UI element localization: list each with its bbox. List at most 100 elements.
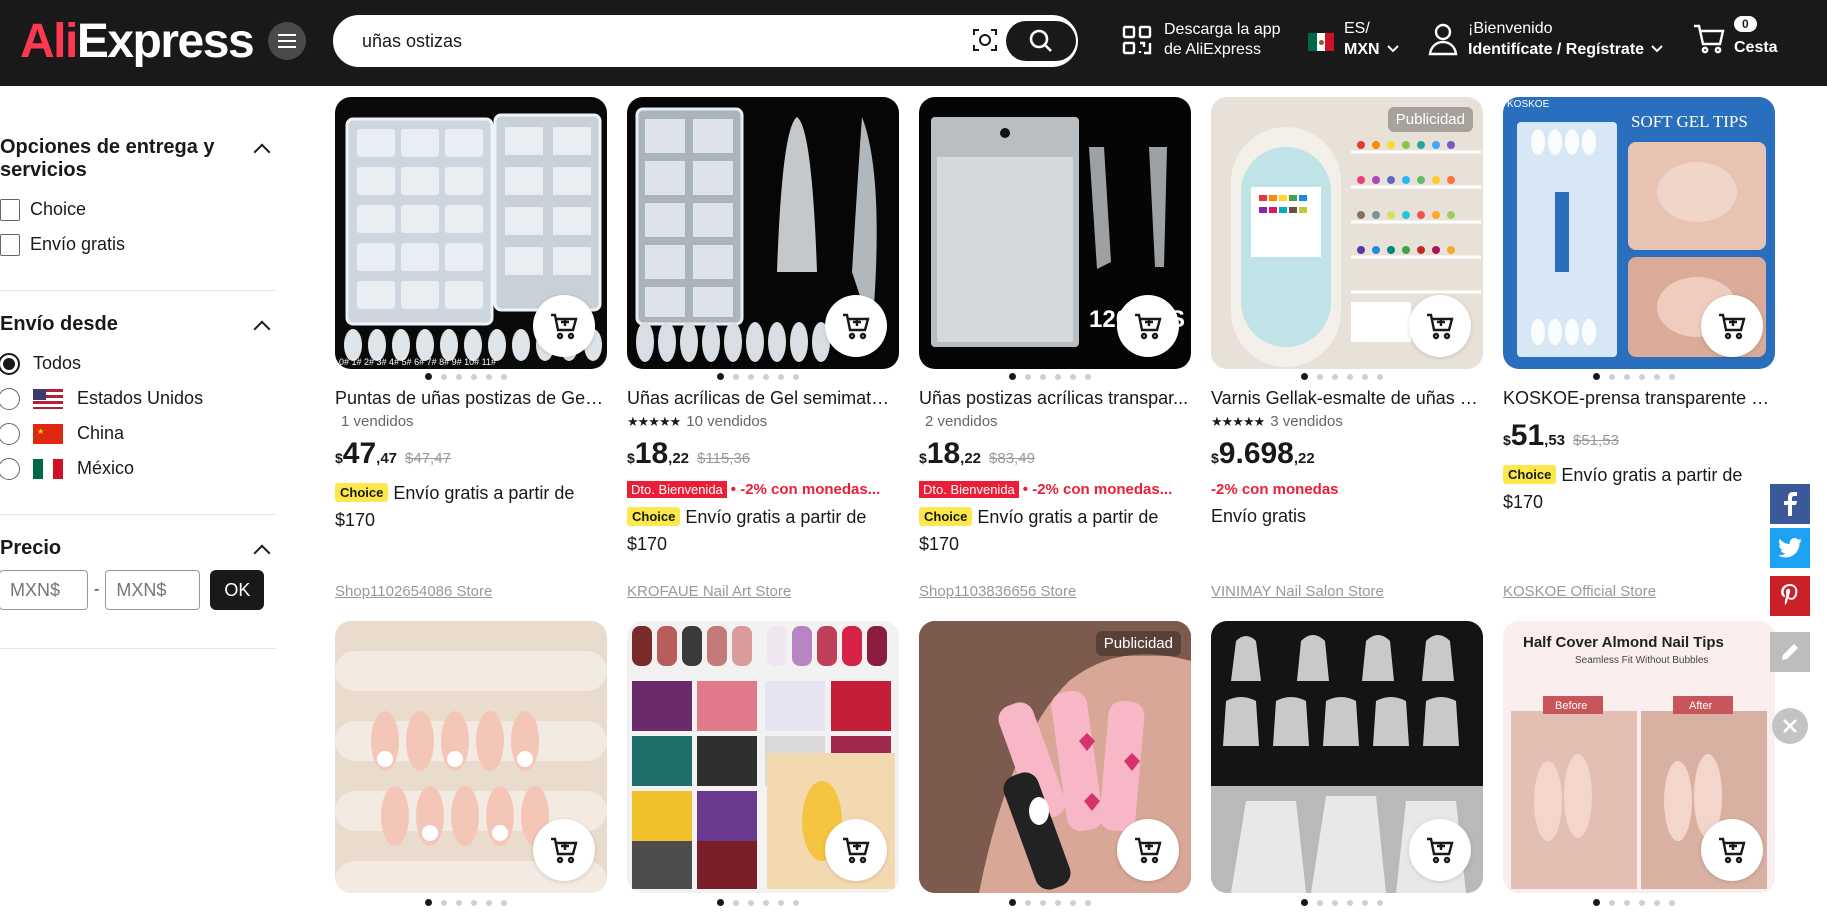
delivery-options-header[interactable]: Opciones de entrega y servicios — [0, 136, 276, 182]
add-to-cart-button[interactable] — [1117, 819, 1179, 881]
product-card[interactable] — [1211, 621, 1483, 911]
filter-choice[interactable]: Choice — [0, 192, 276, 227]
product-card[interactable] — [627, 621, 899, 911]
product-card[interactable]: 0# 1# 2# 3# 4# 5# 6# 7# 8# 9# 10# 11# Pun… — [335, 97, 607, 600]
add-to-cart-button[interactable] — [825, 819, 887, 881]
product-title[interactable]: Varnis Gellak-esmalte de uñas e... — [1211, 387, 1483, 409]
cart-count-badge: 0 — [1734, 16, 1757, 32]
cart-label: Cesta — [1734, 39, 1778, 56]
radio[interactable] — [0, 457, 20, 480]
welcome-discount-badge: Dto. Bienvenida — [919, 481, 1019, 498]
image-carousel-dots[interactable] — [717, 899, 799, 906]
search-input[interactable] — [362, 28, 962, 54]
cart-plus-icon — [1135, 837, 1162, 864]
edit-button[interactable] — [1770, 632, 1810, 672]
image-carousel-dots[interactable] — [1593, 899, 1675, 906]
coins-discount: • -2% con monedas... — [1022, 481, 1173, 498]
close-floating-button[interactable] — [1772, 708, 1808, 744]
china-flag-icon: ★ — [33, 423, 63, 444]
promo-tags: Dto. Bienvenida • -2% con monedas... — [627, 481, 880, 498]
image-carousel-dots[interactable] — [1593, 373, 1675, 380]
twitter-share-button[interactable] — [1770, 528, 1810, 568]
add-to-cart-button[interactable] — [1409, 295, 1471, 357]
original-price: $115,36 — [697, 450, 751, 467]
store-link[interactable]: KOSKOE Official Store — [1503, 583, 1656, 600]
choice-badge: Choice — [627, 507, 681, 526]
cart-plus-icon — [551, 837, 578, 864]
ship-from-mexico[interactable]: México — [0, 451, 276, 486]
image-carousel-dots[interactable] — [425, 899, 507, 906]
cart-plus-icon — [1719, 837, 1746, 864]
product-image[interactable] — [627, 621, 899, 893]
add-to-cart-button[interactable] — [533, 819, 595, 881]
image-carousel-dots[interactable] — [1009, 899, 1091, 906]
store-link[interactable]: VINIMAY Nail Salon Store — [1211, 583, 1384, 600]
price-max-input[interactable] — [105, 570, 201, 610]
product-image[interactable] — [627, 97, 899, 369]
checkbox[interactable] — [0, 198, 20, 221]
shipping-info: Choice Envío gratis a partir de $170 — [335, 483, 575, 530]
price-ok-button[interactable]: OK — [210, 570, 265, 610]
ship-from-china[interactable]: ★ China — [0, 416, 276, 451]
product-card[interactable] — [335, 621, 607, 911]
product-title[interactable]: Uñas postizas acrílicas transpar... — [919, 387, 1191, 409]
product-image[interactable]: 0# 1# 2# 3# 4# 5# 6# 7# 8# 9# 10# 11# — [335, 97, 607, 369]
add-to-cart-button[interactable] — [1117, 295, 1179, 357]
filter-free-shipping[interactable]: Envío gratis — [0, 227, 276, 262]
ship-from-united-states[interactable]: Estados Unidos — [0, 381, 276, 416]
add-to-cart-button[interactable] — [1701, 295, 1763, 357]
radio-selected[interactable] — [0, 352, 20, 375]
product-image[interactable]: Publicidad — [919, 621, 1191, 893]
product-image[interactable]: KOSKOE SOFT GEL TIPS — [1503, 97, 1775, 369]
menu-icon[interactable] — [268, 22, 306, 60]
ship-from-header[interactable]: Envío desde — [0, 313, 276, 338]
store-link[interactable]: Shop1103836656 Store — [919, 583, 1076, 600]
pinterest-share-button[interactable] — [1770, 576, 1810, 616]
product-card[interactable]: KOSKOE SOFT GEL TIPS KOSKOE-prensa trans… — [1503, 97, 1775, 600]
facebook-share-button[interactable] — [1770, 484, 1810, 524]
image-carousel-dots[interactable] — [1301, 899, 1383, 906]
product-card[interactable]: Publicidad — [919, 621, 1191, 911]
ship-from-all[interactable]: Todos — [0, 346, 276, 381]
add-to-cart-button[interactable] — [533, 295, 595, 357]
product-image[interactable] — [1211, 621, 1483, 893]
add-to-cart-button[interactable] — [1409, 819, 1471, 881]
price-header[interactable]: Precio — [0, 537, 276, 562]
choice-badge: Choice — [919, 507, 973, 526]
cart-plus-icon — [1427, 837, 1454, 864]
price-min-input[interactable] — [0, 570, 88, 610]
store-link[interactable]: Shop1102654086 Store — [335, 583, 492, 600]
shipping-info: Choice Envío gratis a partir de $170 — [627, 507, 867, 554]
product-image[interactable]: 120 PCS — [919, 97, 1191, 369]
language-currency-selector[interactable]: ES/MXN — [1308, 18, 1400, 60]
image-text: After — [1689, 700, 1713, 712]
product-image[interactable]: Publicidad — [1211, 97, 1483, 369]
add-to-cart-button[interactable] — [1701, 819, 1763, 881]
radio[interactable] — [0, 387, 20, 410]
product-card[interactable]: Uñas acrílicas de Gel semimate,... ★★★★★ 1… — [627, 97, 899, 600]
sponsored-badge: Publicidad — [1387, 107, 1473, 132]
product-image[interactable] — [335, 621, 607, 893]
image-carousel-dots[interactable] — [425, 373, 507, 380]
image-carousel-dots[interactable] — [717, 373, 799, 380]
product-image[interactable]: Half Cover Almond Nail Tips Seamless Fit … — [1503, 621, 1775, 893]
image-carousel-dots[interactable] — [1009, 373, 1091, 380]
download-app-link[interactable]: Descarga la app de AliExpress — [1122, 20, 1281, 60]
cart-link[interactable]: 0 Cesta — [1692, 16, 1792, 66]
aliexpress-logo[interactable]: AliExpress — [20, 14, 255, 70]
image-text: SOFT GEL TIPS — [1631, 112, 1748, 131]
product-title[interactable]: Uñas acrílicas de Gel semimate,... — [627, 387, 899, 409]
product-title[interactable]: Puntas de uñas postizas de Gel ... — [335, 387, 607, 409]
add-to-cart-button[interactable] — [825, 295, 887, 357]
store-link[interactable]: KROFAUE Nail Art Store — [627, 583, 791, 600]
product-card[interactable]: Half Cover Almond Nail Tips Seamless Fit … — [1503, 621, 1775, 911]
product-card[interactable]: Publicidad Varnis Gellak-esmalte de uñas … — [1211, 97, 1483, 600]
radio[interactable] — [0, 422, 20, 445]
product-title[interactable]: KOSKOE-prensa transparente p... — [1503, 387, 1775, 409]
account-menu[interactable]: ¡Bienvenido Identifícate / Regístrate — [1428, 18, 1664, 60]
camera-search-icon[interactable] — [972, 27, 998, 58]
checkbox[interactable] — [0, 233, 20, 256]
product-card[interactable]: 120 PCS Uñas postizas acrílicas transpar.… — [919, 97, 1191, 600]
search-button[interactable] — [1006, 21, 1076, 61]
image-carousel-dots[interactable] — [1301, 373, 1383, 380]
